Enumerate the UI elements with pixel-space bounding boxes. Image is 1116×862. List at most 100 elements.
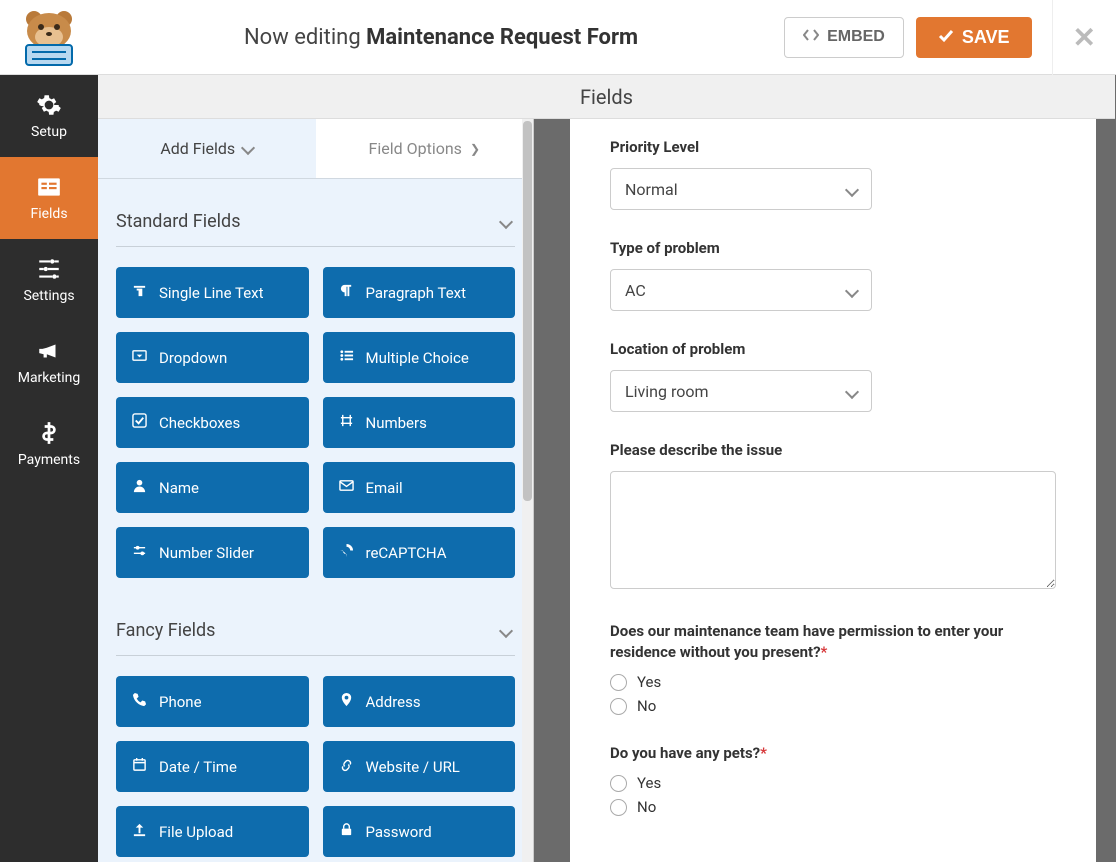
radio-label: Yes: [637, 673, 661, 691]
number-slider-icon: [132, 543, 147, 562]
form-preview-background: Priority Level Normal Type of problem AC…: [534, 75, 1116, 862]
chevron-down-icon: [847, 180, 857, 199]
field-permission[interactable]: Does our maintenance team have permissio…: [610, 621, 1056, 715]
field-location-of-problem[interactable]: Location of problem Living room: [610, 339, 1056, 412]
field-type-label: reCAPTCHA: [366, 544, 447, 562]
sidebar-item-label: Fields: [30, 206, 67, 222]
type-problem-select[interactable]: AC: [610, 269, 872, 311]
field-type-label: Checkboxes: [159, 414, 240, 432]
select-value: AC: [625, 281, 646, 300]
radio-label: No: [637, 697, 656, 715]
field-type-recaptcha[interactable]: reCAPTCHA: [323, 527, 516, 578]
email-icon: [339, 478, 354, 497]
multiple-choice-icon: [339, 348, 354, 367]
describe-textarea[interactable]: [610, 471, 1056, 589]
radio-option-no[interactable]: No: [610, 798, 1056, 816]
field-type-date-time[interactable]: Date / Time: [116, 741, 309, 792]
editing-form-title: Now editing Maintenance Request Form: [98, 25, 784, 50]
sidebar-item-setup[interactable]: Setup: [0, 75, 98, 157]
field-type-phone[interactable]: Phone: [116, 676, 309, 727]
form-icon: [36, 174, 62, 200]
field-type-label: Dropdown: [159, 349, 227, 367]
save-button[interactable]: SAVE: [916, 17, 1032, 58]
field-pets[interactable]: Do you have any pets?* Yes No: [610, 743, 1056, 816]
form-preview: Priority Level Normal Type of problem AC…: [570, 119, 1096, 862]
radio-label: Yes: [637, 774, 661, 792]
save-label: SAVE: [962, 27, 1010, 48]
field-type-address[interactable]: Address: [323, 676, 516, 727]
sidebar-item-label: Payments: [18, 452, 80, 468]
field-priority-level[interactable]: Priority Level Normal: [610, 137, 1056, 210]
field-type-checkboxes[interactable]: Checkboxes: [116, 397, 309, 448]
section-standard-fields[interactable]: Standard Fields: [116, 197, 515, 247]
phone-icon: [132, 692, 147, 711]
field-label: Do you have any pets?*: [610, 743, 1056, 764]
code-icon: [803, 28, 819, 47]
sidebar-item-payments[interactable]: Payments: [0, 403, 98, 485]
tab-field-options[interactable]: Field Options ❯: [316, 119, 534, 178]
sliders-icon: [36, 256, 62, 282]
sidebar-item-marketing[interactable]: Marketing: [0, 321, 98, 403]
fields-panel: Fields Add Fields Field Options ❯ Standa…: [98, 75, 534, 862]
checkboxes-icon: [132, 413, 147, 432]
field-label: Does our maintenance team have permissio…: [610, 621, 1056, 663]
priority-select[interactable]: Normal: [610, 168, 872, 210]
check-icon: [938, 27, 954, 48]
field-type-name[interactable]: Name: [116, 462, 309, 513]
field-type-label: Numbers: [366, 414, 427, 432]
chevron-right-icon: ❯: [470, 142, 480, 156]
app-logo: [0, 0, 98, 75]
radio-option-yes[interactable]: Yes: [610, 774, 1056, 792]
address-icon: [339, 692, 354, 711]
radio-icon: [610, 698, 627, 715]
embed-label: EMBED: [827, 28, 885, 46]
field-label: Please describe the issue: [610, 440, 1056, 461]
tab-label: Field Options: [369, 139, 462, 158]
field-label: Location of problem: [610, 339, 1056, 360]
field-type-number-slider[interactable]: Number Slider: [116, 527, 309, 578]
sidebar-item-label: Marketing: [18, 370, 81, 386]
scrollbar-track[interactable]: [522, 119, 533, 862]
radio-option-yes[interactable]: Yes: [610, 673, 1056, 691]
website-url-icon: [339, 757, 354, 776]
date-time-icon: [132, 757, 147, 776]
embed-button[interactable]: EMBED: [784, 17, 904, 58]
chevron-down-icon: [243, 142, 253, 156]
numbers-icon: [339, 413, 354, 432]
field-type-file-upload[interactable]: File Upload: [116, 806, 309, 857]
field-type-website-url[interactable]: Website / URL: [323, 741, 516, 792]
field-type-email[interactable]: Email: [323, 462, 516, 513]
field-type-label: Number Slider: [159, 544, 254, 562]
sidebar-item-fields[interactable]: Fields: [0, 157, 98, 239]
section-fancy-fields[interactable]: Fancy Fields: [116, 606, 515, 656]
tab-label: Add Fields: [160, 139, 235, 158]
password-icon: [339, 822, 354, 841]
radio-option-no[interactable]: No: [610, 697, 1056, 715]
field-type-multiple-choice[interactable]: Multiple Choice: [323, 332, 516, 383]
panel-subheader: Fields: [98, 75, 1115, 119]
sidebar-item-label: Setup: [31, 124, 67, 140]
select-value: Normal: [625, 180, 678, 199]
field-label: Type of problem: [610, 238, 1056, 259]
scrollbar-thumb[interactable]: [523, 121, 532, 501]
field-describe-issue[interactable]: Please describe the issue: [610, 440, 1056, 593]
sidebar-item-settings[interactable]: Settings: [0, 239, 98, 321]
tab-add-fields[interactable]: Add Fields: [98, 119, 316, 178]
section-title: Standard Fields: [116, 211, 241, 232]
field-type-label: Website / URL: [366, 758, 460, 776]
chevron-down-icon: [847, 382, 857, 401]
radio-icon: [610, 775, 627, 792]
field-type-label: Address: [366, 693, 421, 711]
chevron-down-icon: [501, 211, 511, 232]
field-type-of-problem[interactable]: Type of problem AC: [610, 238, 1056, 311]
field-type-paragraph-text[interactable]: Paragraph Text: [323, 267, 516, 318]
select-value: Living room: [625, 382, 708, 401]
location-select[interactable]: Living room: [610, 370, 872, 412]
close-button[interactable]: ✕: [1052, 0, 1116, 75]
field-type-password[interactable]: Password: [323, 806, 516, 857]
nav-sidebar: Setup Fields Settings Marketing Payments: [0, 75, 98, 862]
field-type-single-line-text[interactable]: Single Line Text: [116, 267, 309, 318]
section-title: Fancy Fields: [116, 620, 215, 641]
field-type-numbers[interactable]: Numbers: [323, 397, 516, 448]
field-type-dropdown[interactable]: Dropdown: [116, 332, 309, 383]
